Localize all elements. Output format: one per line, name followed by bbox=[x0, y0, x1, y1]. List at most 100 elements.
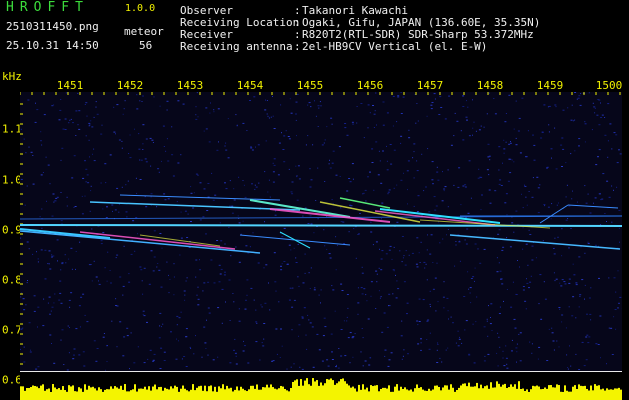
noise-speckle bbox=[531, 259, 534, 261]
noise-speckle bbox=[565, 196, 567, 198]
noise-speckle bbox=[488, 174, 490, 176]
signal-level-bar-column bbox=[502, 384, 504, 400]
noise-speckle bbox=[195, 259, 198, 261]
signal-level-bar-column bbox=[202, 390, 204, 400]
noise-speckle bbox=[260, 304, 262, 306]
signal-level-bar-column bbox=[310, 385, 312, 400]
noise-speckle bbox=[277, 174, 280, 176]
noise-speckle bbox=[498, 169, 500, 171]
noise-speckle bbox=[251, 149, 254, 151]
noise-speckle bbox=[432, 262, 434, 263]
noise-speckle bbox=[20, 296, 22, 298]
noise-speckle bbox=[477, 248, 479, 250]
noise-speckle bbox=[540, 318, 543, 320]
signal-level-bar-column bbox=[246, 391, 248, 400]
noise-speckle bbox=[604, 213, 606, 214]
noise-speckle bbox=[275, 328, 278, 330]
noise-speckle bbox=[321, 144, 324, 146]
noise-speckle bbox=[196, 92, 198, 94]
noise-speckle bbox=[578, 306, 580, 308]
noise-speckle bbox=[307, 104, 309, 106]
noise-speckle bbox=[33, 310, 36, 312]
noise-speckle bbox=[280, 104, 282, 106]
noise-speckle bbox=[474, 243, 477, 245]
signal-level-bar-column bbox=[266, 384, 268, 400]
signal-level-bar-column bbox=[322, 385, 324, 400]
noise-speckle bbox=[89, 156, 90, 158]
signal-level-bar-column bbox=[240, 386, 242, 400]
noise-speckle bbox=[548, 328, 550, 330]
noise-speckle bbox=[407, 160, 410, 162]
signal-level-bar-column bbox=[196, 387, 198, 400]
signal-level-bar-column bbox=[86, 389, 88, 400]
noise-speckle bbox=[518, 333, 520, 335]
signal-level-bar-column bbox=[342, 378, 344, 400]
noise-speckle bbox=[540, 137, 543, 139]
noise-speckle bbox=[138, 133, 140, 135]
noise-speckle bbox=[506, 367, 509, 369]
signal-level-bar-column bbox=[278, 388, 280, 400]
noise-speckle bbox=[276, 353, 278, 355]
noise-speckle bbox=[195, 276, 197, 278]
signal-level-bar-column bbox=[124, 384, 126, 400]
noise-speckle bbox=[162, 323, 164, 325]
noise-speckle bbox=[490, 317, 491, 318]
noise-speckle bbox=[575, 282, 578, 284]
noise-speckle bbox=[516, 361, 517, 363]
noise-speckle bbox=[109, 154, 112, 156]
noise-speckle bbox=[385, 253, 388, 255]
spectrogram bbox=[20, 92, 622, 371]
noise-speckle bbox=[562, 109, 565, 111]
noise-speckle bbox=[413, 143, 416, 145]
noise-speckle bbox=[207, 354, 209, 356]
noise-speckle bbox=[589, 212, 592, 214]
noise-speckle bbox=[20, 328, 23, 330]
noise-speckle bbox=[328, 163, 330, 165]
signal-level-bar-column bbox=[386, 388, 388, 400]
noise-speckle bbox=[574, 92, 577, 93]
noise-speckle bbox=[48, 296, 51, 298]
noise-speckle bbox=[115, 133, 116, 135]
noise-speckle bbox=[288, 168, 290, 170]
noise-speckle bbox=[408, 129, 410, 131]
noise-speckle bbox=[450, 144, 453, 146]
signal-level-bar-column bbox=[298, 385, 300, 400]
noise-speckle bbox=[429, 332, 431, 334]
noise-speckle bbox=[583, 365, 586, 367]
noise-speckle bbox=[178, 317, 181, 319]
noise-speckle bbox=[548, 124, 550, 126]
noise-speckle bbox=[382, 150, 384, 152]
signal-level-bar-column bbox=[392, 391, 394, 400]
noise-speckle bbox=[69, 119, 71, 121]
noise-speckle bbox=[119, 276, 122, 278]
noise-speckle bbox=[503, 152, 505, 154]
signal-level-bar-column bbox=[406, 389, 408, 400]
noise-speckle bbox=[472, 134, 473, 136]
noise-speckle bbox=[184, 294, 186, 296]
noise-speckle bbox=[554, 127, 556, 129]
noise-speckle bbox=[598, 124, 601, 126]
noise-speckle bbox=[418, 321, 421, 322]
signal-level-bar-column bbox=[526, 389, 528, 400]
signal-level-bar-column bbox=[252, 385, 254, 400]
noise-speckle bbox=[369, 112, 371, 114]
noise-speckle bbox=[418, 252, 420, 254]
noise-speckle bbox=[301, 316, 304, 318]
noise-speckle bbox=[231, 205, 234, 207]
noise-speckle bbox=[487, 143, 490, 145]
noise-speckle bbox=[476, 296, 478, 298]
noise-speckle bbox=[23, 309, 26, 311]
noise-speckle bbox=[585, 359, 588, 361]
noise-speckle bbox=[531, 352, 533, 354]
noise-speckle bbox=[461, 342, 463, 344]
noise-speckle bbox=[60, 339, 62, 341]
noise-speckle bbox=[378, 267, 380, 269]
noise-speckle bbox=[72, 358, 75, 360]
noise-speckle bbox=[244, 196, 247, 198]
noise-speckle bbox=[195, 335, 196, 337]
signal-level-bar-column bbox=[268, 387, 270, 400]
signal-level-bar-column bbox=[476, 382, 478, 400]
noise-speckle bbox=[283, 261, 286, 262]
noise-speckle bbox=[225, 149, 228, 151]
noise-speckle bbox=[152, 360, 155, 362]
